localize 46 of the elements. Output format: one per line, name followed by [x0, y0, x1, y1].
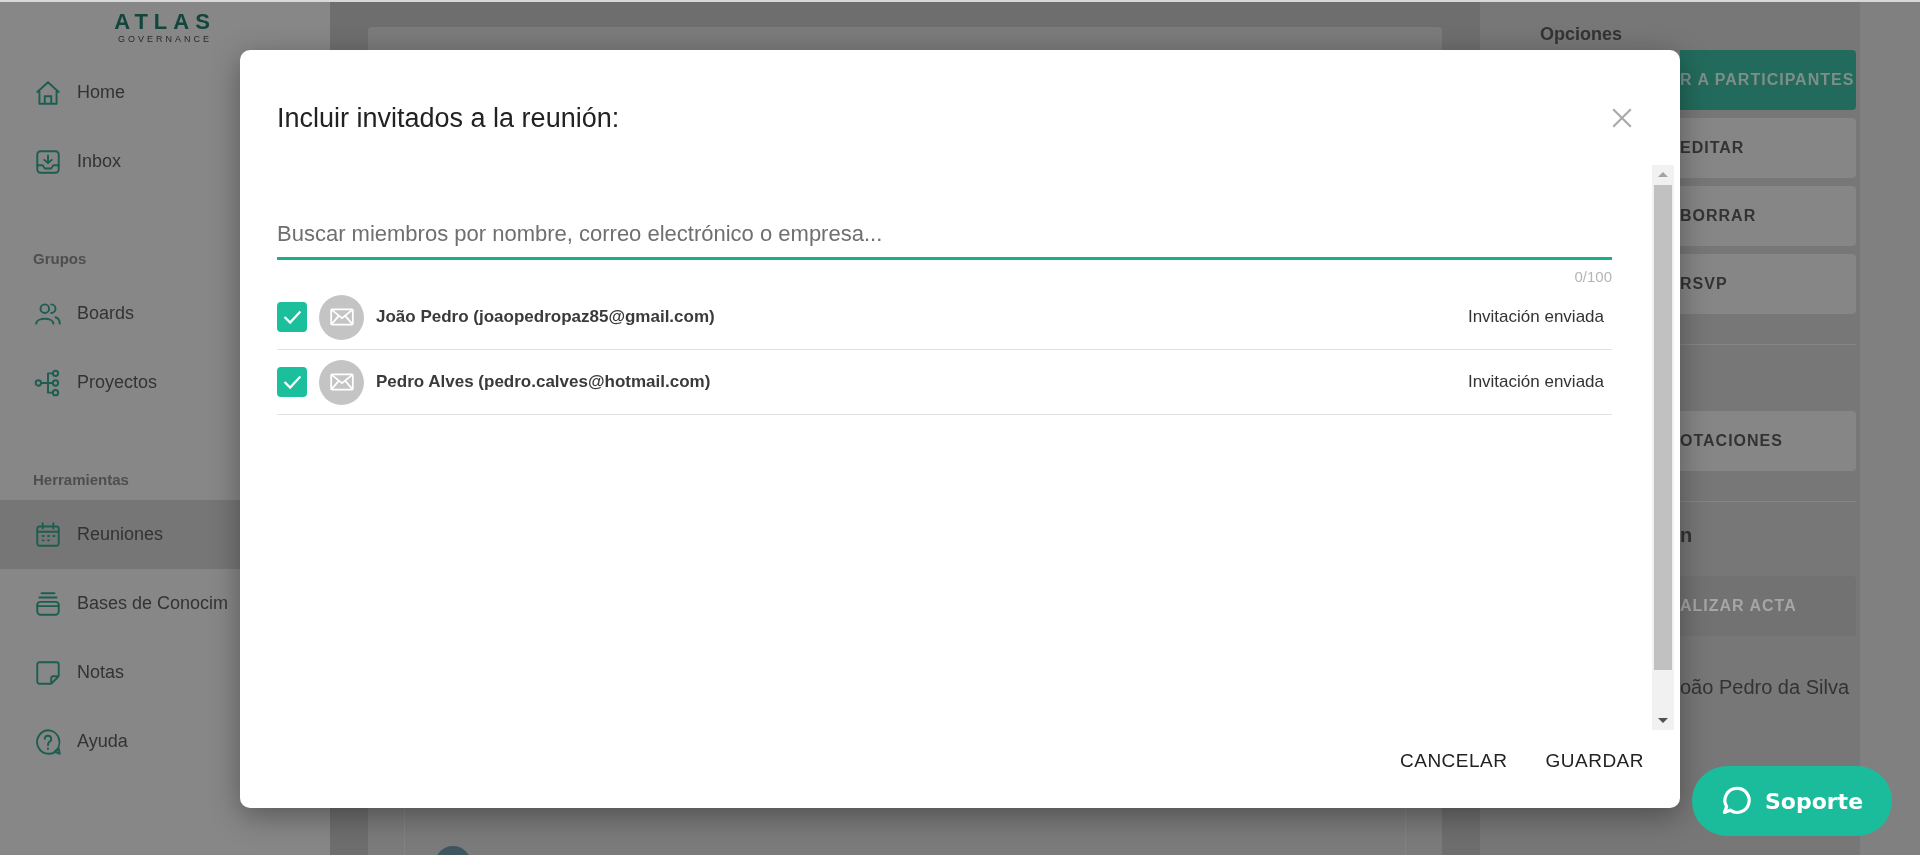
- sidebar-item[interactable]: Bases de Conocim: [0, 569, 240, 638]
- action-button[interactable]: R A PARTICIPANTES: [1680, 50, 1856, 110]
- section-heading: Opciones: [1540, 23, 1624, 46]
- sidebar-item-label: Boards: [77, 303, 135, 324]
- sidebar-item[interactable]: Home: [0, 58, 240, 127]
- participant-name: oão Pedro da Silva: [1680, 676, 1850, 699]
- sidebar-item-label: Proyectos: [77, 372, 158, 393]
- invitee-name: João Pedro (joaopedropaz85@gmail.com): [376, 307, 716, 327]
- action-button[interactable]: BORRAR: [1680, 186, 1856, 246]
- sidebar-item-label: Inbox: [77, 151, 122, 172]
- dialog-action-button[interactable]: GUARDAR: [1535, 742, 1654, 780]
- dialog-action-button[interactable]: CANCELAR: [1390, 742, 1518, 780]
- support-button[interactable]: Soporte: [1692, 766, 1892, 836]
- sidebar-item-label: Home: [77, 82, 125, 103]
- sidebar-item[interactable]: Ayuda: [0, 707, 240, 776]
- close-icon[interactable]: [1611, 107, 1633, 129]
- logo: ATLAS GOVERNANCE: [113, 8, 217, 46]
- envelope-icon: [319, 294, 364, 340]
- chat-bubble-icon: [1720, 785, 1753, 817]
- search-field[interactable]: Buscar miembros por nombre, correo electrónico o empresa...: [277, 165, 1612, 260]
- invitation-status: Invitación enviada: [1467, 372, 1605, 392]
- section-heading: Grupos: [32, 249, 88, 269]
- sidebar-item[interactable]: Boards: [0, 279, 240, 348]
- sidebar-item[interactable]: Inbox: [0, 127, 240, 196]
- sidebar-item-label: Reuniones: [77, 524, 164, 545]
- sidebar-item[interactable]: Reuniones: [0, 500, 240, 569]
- character-counter: 0/100: [1574, 268, 1612, 285]
- action-button[interactable]: RSVP: [1680, 254, 1856, 314]
- section-heading: n: [1680, 524, 1694, 548]
- checkbox[interactable]: [277, 367, 307, 397]
- sidebar-item[interactable]: Proyectos: [0, 348, 240, 417]
- envelope-icon: [319, 359, 364, 405]
- help-icon: [33, 726, 63, 757]
- scrollbar[interactable]: [1652, 165, 1674, 730]
- section-heading: Herramientas: [32, 470, 130, 490]
- sidebar-item-label: Ayuda: [77, 731, 128, 752]
- action-button[interactable]: EDITAR: [1680, 118, 1856, 178]
- checkbox[interactable]: [277, 302, 307, 332]
- dialog-title: Incluir invitados a la reunión:: [277, 102, 620, 134]
- calendar-icon: [33, 519, 63, 550]
- invitee-name: Pedro Alves (pedro.calves@hotmail.com): [376, 372, 712, 392]
- sidebar-item-label: Bases de Conocim: [77, 593, 229, 614]
- sidebar-item-label: Notas: [77, 662, 125, 683]
- invitation-status: Invitación enviada: [1467, 307, 1605, 327]
- sidebar-item[interactable]: Notas: [0, 638, 240, 707]
- action-button[interactable]: OTACIONES: [1680, 411, 1856, 471]
